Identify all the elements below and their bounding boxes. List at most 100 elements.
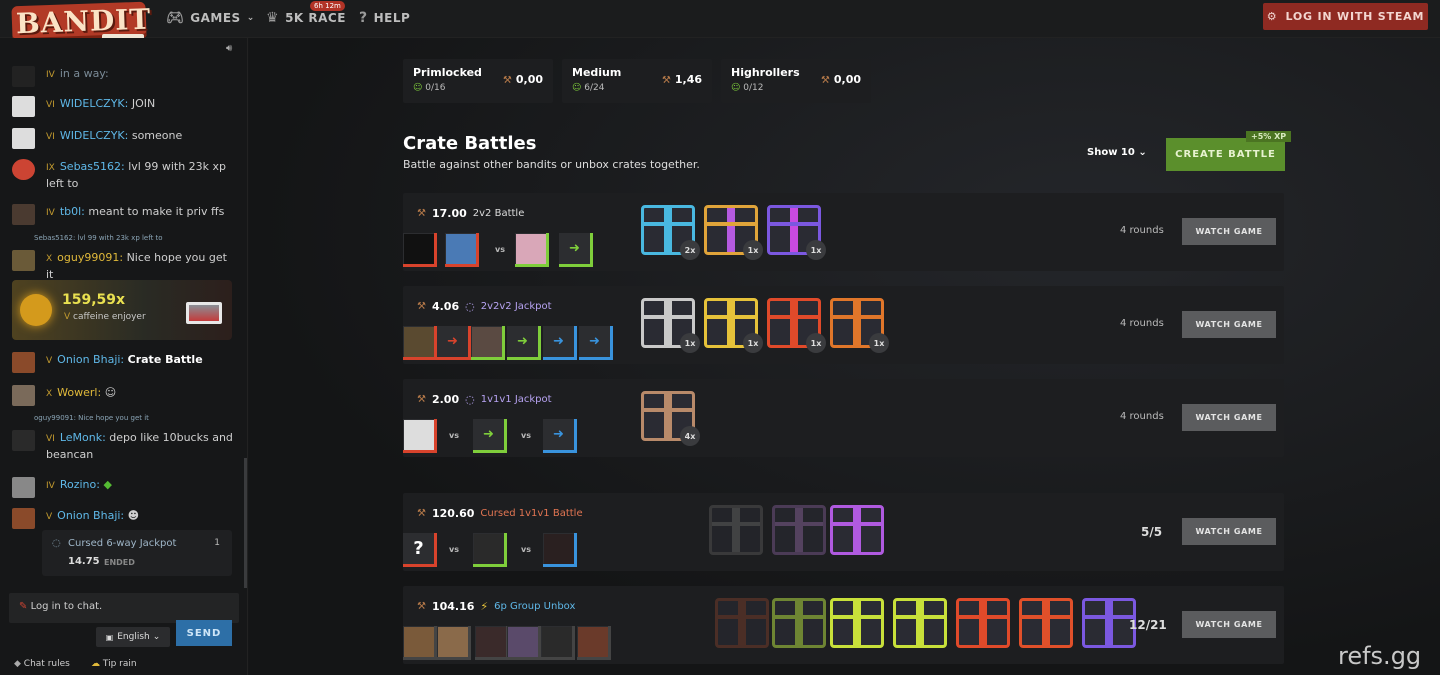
big-win-card[interactable]: 159,59x V caffeine enjoyer	[12, 280, 232, 340]
watch-game-button[interactable]: WATCH GAME	[1182, 311, 1276, 338]
watch-game-button[interactable]: WATCH GAME	[1182, 611, 1276, 638]
jackpot-medium[interactable]: Medium ☺ 6/24 ⚒ 1,46	[562, 59, 712, 103]
create-battle-button[interactable]: CREATE BATTLE	[1166, 138, 1285, 171]
player-slot[interactable]: ?	[403, 533, 437, 567]
avatar	[508, 627, 538, 657]
chat-sidebar: 🔊︎ IV in a way: VI WIDELCZYK: JOIN VI WIDEL…	[0, 38, 248, 675]
battle-row[interactable]: ⚒ 4.06 ◌ 2v2v2 Jackpot ➜ ➜ ➜ ➜ 1x 1x 1x 1x …	[403, 286, 1284, 364]
users-icon: ☺	[413, 83, 423, 93]
crate-icon: 1x	[767, 298, 826, 353]
crate-icon	[830, 505, 884, 555]
player-slot[interactable]: ➜	[473, 419, 507, 453]
chevron-down-icon: ⌄	[246, 13, 255, 23]
player-slot[interactable]	[473, 533, 507, 567]
language-select[interactable]: ▣ English ⌄	[96, 627, 170, 647]
player-slot[interactable]	[471, 326, 505, 360]
avatar	[404, 327, 434, 357]
jackpot-primlocked[interactable]: Primlocked ☺ 0/16 ⚒ 0,00	[403, 59, 553, 103]
tip-rain-link[interactable]: ☁ Tip rain	[91, 659, 137, 669]
avatar	[12, 159, 35, 180]
player-slot[interactable]: ➜	[543, 326, 577, 360]
avatar	[516, 234, 546, 264]
avatar	[12, 66, 35, 87]
player-slot[interactable]	[543, 533, 577, 567]
join-icon[interactable]: ➜	[559, 233, 590, 264]
player-slot[interactable]	[445, 233, 479, 267]
watermark: refs.gg	[1338, 642, 1422, 670]
avatar	[12, 204, 35, 225]
player-slot[interactable]: ➜	[437, 326, 471, 360]
crate-icon: 1x	[704, 205, 763, 260]
scrap-icon: ⚒	[417, 394, 426, 405]
chat-message: IV Rozino: ◆	[12, 477, 234, 498]
player-slot[interactable]	[577, 626, 611, 660]
chat-input[interactable]: ✎ Log in to chat.	[9, 593, 239, 623]
flag-icon: ▣	[105, 632, 114, 642]
battle-row[interactable]: ⚒ 104.16 ⚡︎ 6p Group Unbox 12/21 WATCH GAME	[403, 586, 1284, 664]
player-slot[interactable]: ➜	[579, 326, 613, 360]
join-icon[interactable]: ➜	[473, 419, 504, 450]
spinner-icon: ◌	[465, 393, 475, 406]
avatar	[404, 627, 434, 657]
player-slot[interactable]	[403, 419, 437, 453]
avatar	[446, 234, 476, 264]
nav-help[interactable]: ? HELP	[359, 10, 410, 26]
player-slot[interactable]	[541, 626, 575, 660]
crate-icon	[1082, 598, 1136, 648]
join-icon[interactable]: ➜	[437, 326, 468, 357]
rank-badge: V	[64, 312, 71, 322]
join-icon[interactable]: ➜	[579, 326, 610, 357]
chat-rules-link[interactable]: ◆ Chat rules	[14, 659, 70, 669]
player-slot[interactable]	[475, 626, 509, 660]
avatar	[12, 352, 35, 373]
avatar	[12, 250, 35, 271]
nav-5k-race[interactable]: ♛ 5K RACE	[266, 10, 346, 26]
chevron-down-icon: ⌄	[152, 632, 161, 642]
scrap-icon: ⚒	[417, 508, 426, 519]
avatar	[12, 477, 35, 498]
show-count-select[interactable]: Show 10 ⌄	[1087, 147, 1147, 158]
nav-games[interactable]: 🎮︎ GAMES ⌄	[166, 10, 255, 26]
send-button[interactable]: SEND	[176, 620, 232, 646]
watch-game-button[interactable]: WATCH GAME	[1182, 404, 1276, 431]
crate-icon	[772, 598, 826, 648]
player-slot[interactable]: ➜	[543, 419, 577, 453]
crate-icon: 2x	[641, 205, 700, 260]
join-icon[interactable]: ➜	[507, 326, 538, 357]
player-slot[interactable]	[403, 626, 437, 660]
battle-row[interactable]: ⚒ 2.00 ◌ 1v1v1 Jackpot vs ➜ vs ➜ 4x 4 round…	[403, 379, 1284, 457]
volume-icon[interactable]: 🔊︎	[226, 43, 232, 54]
emote-icon: ◆	[103, 478, 112, 491]
player-slot[interactable]	[403, 326, 437, 360]
chevron-down-icon: ⌄	[1138, 147, 1147, 158]
crate-icon	[186, 302, 222, 324]
watch-game-button[interactable]: WATCH GAME	[1182, 518, 1276, 545]
avatar	[474, 534, 504, 564]
crate-icon	[772, 505, 826, 555]
player-slot[interactable]	[515, 233, 549, 267]
jackpot-share-card[interactable]: ◌ Cursed 6-way Jackpot 1 14.75 ENDED	[42, 530, 232, 576]
users-icon: ☺	[731, 83, 741, 93]
player-slot[interactable]: ➜	[507, 326, 541, 360]
spinner-icon: ◌	[52, 538, 61, 549]
crown-icon: ♛	[266, 10, 280, 26]
login-steam-button[interactable]: ⚙︎ LOG IN WITH STEAM	[1263, 3, 1428, 30]
join-icon[interactable]: ➜	[543, 419, 574, 450]
race-timer-badge: 6h 12m	[310, 1, 345, 11]
chat-scrollbar[interactable]	[244, 458, 247, 588]
join-icon[interactable]: ➜	[543, 326, 574, 357]
battle-row[interactable]: ⚒ 17.00 2v2 Battle vs ➜ 2x 1x 1x 4 rounds …	[403, 193, 1284, 271]
battle-row[interactable]: ⚒ 120.60 Cursed 1v1v1 Battle ? vs vs 5/5 W…	[403, 493, 1284, 571]
watch-game-button[interactable]: WATCH GAME	[1182, 218, 1276, 245]
avatar	[12, 96, 35, 117]
player-slot[interactable]	[403, 233, 437, 267]
player-slot[interactable]	[507, 626, 541, 660]
player-slot[interactable]: ➜	[559, 233, 593, 267]
emote-icon: ☺	[104, 386, 117, 399]
top-bar: BANDIT .camp 🎮︎ GAMES ⌄ ♛ 5K RACE 6h 12m…	[0, 0, 1440, 49]
player-slot[interactable]	[437, 626, 471, 660]
avatar	[12, 385, 35, 406]
scrap-icon: ⚒	[417, 601, 426, 612]
jackpot-highrollers[interactable]: Highrollers ☺ 0/12 ⚒ 0,00	[721, 59, 871, 103]
scrap-icon: ⚒	[502, 75, 512, 86]
